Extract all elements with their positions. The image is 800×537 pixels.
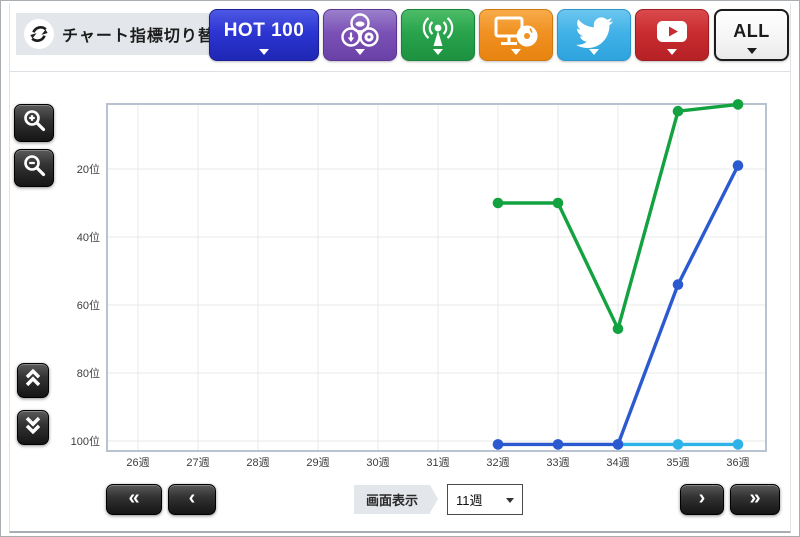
svg-text:32週: 32週 xyxy=(486,456,509,469)
airplay-point xyxy=(492,197,504,209)
chart-switch-label-text: チャート指標切り替え xyxy=(62,28,232,45)
svg-text:30週: 30週 xyxy=(366,456,389,469)
airplay-chart-button[interactable] xyxy=(401,9,475,61)
double-right-arrow-icon: » xyxy=(749,487,761,509)
svg-text:31週: 31週 xyxy=(426,456,449,469)
svg-text:20位: 20位 xyxy=(77,162,100,176)
left-arrow-icon: ‹ xyxy=(188,487,196,509)
svg-text:34週: 34週 xyxy=(606,456,629,469)
twitter-point xyxy=(672,439,684,450)
right-arrow-icon: › xyxy=(698,487,706,509)
dropdown-arrow-icon xyxy=(589,49,599,55)
topbar-divider xyxy=(9,71,791,72)
svg-text:80位: 80位 xyxy=(77,366,100,380)
select-dropdown-arrow-icon xyxy=(506,498,514,503)
airplay-point xyxy=(672,105,684,117)
airplay-point xyxy=(552,197,564,209)
dropdown-arrow-icon xyxy=(355,49,365,55)
youtube-play-icon xyxy=(654,18,690,52)
dropdown-arrow-icon xyxy=(667,49,677,55)
hot100-point xyxy=(672,279,684,290)
chart-widget: チャート指標切り替え HOT 100 ALL 20位 40位 60位 80位 1… xyxy=(0,0,800,537)
dropdown-arrow-icon xyxy=(433,49,443,55)
hot100-point xyxy=(552,439,564,450)
hot100-point xyxy=(612,439,624,450)
svg-text:29週: 29週 xyxy=(306,456,329,469)
svg-text:35週: 35週 xyxy=(666,456,689,469)
switch-swirl-icon xyxy=(24,19,54,49)
hot100-point xyxy=(492,439,504,450)
svg-text:26週: 26週 xyxy=(126,456,149,469)
hot100-point xyxy=(732,160,744,171)
range-select[interactable]: 11週 xyxy=(447,484,523,515)
page-next-button[interactable]: › xyxy=(680,484,724,515)
airplay-point xyxy=(732,99,744,110)
youtube-chart-button[interactable] xyxy=(635,9,709,61)
svg-text:36週: 36週 xyxy=(726,456,749,469)
dropdown-arrow-icon xyxy=(259,49,269,55)
label-arrow-tip xyxy=(430,485,439,513)
range-select-value: 11週 xyxy=(456,493,483,508)
airplay-point xyxy=(612,323,624,335)
svg-text:60位: 60位 xyxy=(77,298,100,312)
all-charts-button[interactable]: ALL xyxy=(714,9,789,61)
dropdown-arrow-icon xyxy=(511,49,521,55)
display-range-label: 画面表示 xyxy=(354,485,439,514)
twitter-chart-button[interactable] xyxy=(557,9,631,61)
hot100-chart-button[interactable]: HOT 100 xyxy=(209,9,319,61)
page-first-button[interactable]: « xyxy=(106,484,162,515)
twitter-point xyxy=(732,439,744,450)
hot100-button-label: HOT 100 xyxy=(223,20,305,41)
svg-text:27週: 27週 xyxy=(186,456,209,469)
all-button-label: ALL xyxy=(733,20,770,41)
page-prev-button[interactable]: ‹ xyxy=(168,484,216,515)
double-left-arrow-icon: « xyxy=(128,487,140,509)
rank-trend-chart: 20位 40位 60位 80位 100位 26週 27週 28週 29週 30週 31週 32週 33週… xyxy=(37,93,797,478)
svg-text:33週: 33週 xyxy=(546,456,569,469)
dropdown-arrow-icon xyxy=(746,48,757,54)
svg-text:28週: 28週 xyxy=(246,456,269,469)
lookup-chart-button[interactable] xyxy=(479,9,553,61)
svg-text:40位: 40位 xyxy=(77,230,100,244)
svg-text:100位: 100位 xyxy=(71,434,100,448)
page-last-button[interactable]: » xyxy=(730,484,780,515)
sales-chart-button[interactable] xyxy=(323,9,397,61)
